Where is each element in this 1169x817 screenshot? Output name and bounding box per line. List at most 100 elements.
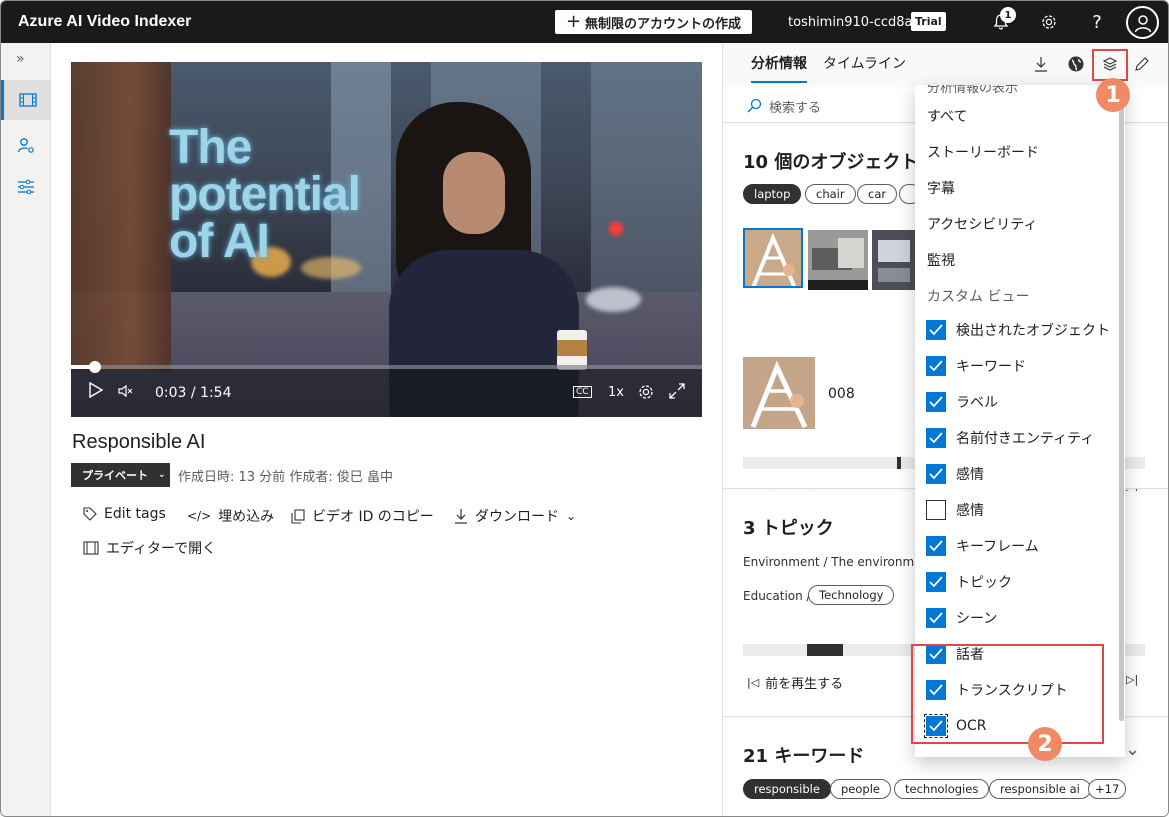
download-menu-button[interactable]: ダウンロード ⌄: [454, 506, 576, 526]
edit-tags-button[interactable]: Edit tags: [83, 506, 166, 522]
globe-icon[interactable]: [1065, 53, 1087, 75]
object-thumbnail[interactable]: [743, 357, 815, 429]
open-in-editor-button[interactable]: エディターで開く: [83, 538, 216, 558]
checkbox-checked[interactable]: [926, 392, 946, 412]
callout-number: 2: [1028, 727, 1062, 761]
custom-view-option[interactable]: 検出されたオブジェクト: [926, 320, 1110, 340]
object-thumbnail[interactable]: [743, 228, 803, 288]
checkbox-checked[interactable]: [926, 428, 946, 448]
object-instance-label: 008: [828, 386, 855, 402]
object-chip[interactable]: car: [857, 184, 898, 204]
captions-button[interactable]: CC: [573, 386, 592, 398]
custom-view-option[interactable]: 感情: [926, 500, 984, 520]
nav-settings[interactable]: [1, 167, 51, 207]
download-insights-icon[interactable]: [1030, 53, 1052, 75]
topic-chip[interactable]: Technology: [808, 585, 895, 605]
plus-icon: +: [565, 11, 582, 32]
avatar[interactable]: [1126, 6, 1159, 39]
objects-card-title: 10 個のオブジェクトが: [743, 152, 937, 173]
keywords-card-title: 21 キーワード: [743, 746, 865, 767]
playback-speed-button[interactable]: 1x: [608, 385, 624, 400]
custom-view-option[interactable]: 感情: [926, 464, 984, 484]
checkbox-checked[interactable]: [926, 608, 946, 628]
nav-media-files[interactable]: [1, 80, 51, 120]
custom-view-option[interactable]: 名前付きエンティティ: [926, 428, 1094, 448]
play-previous-button[interactable]: |◁ 前を再生する: [747, 673, 843, 692]
next-icon[interactable]: ▷|: [1126, 673, 1138, 686]
layers-button-highlight: [1092, 49, 1128, 81]
seek-bar[interactable]: [71, 361, 702, 373]
checkbox-checked[interactable]: [926, 464, 946, 484]
previous-icon: |◁: [747, 676, 760, 689]
privacy-dropdown[interactable]: プライベート ⌄: [71, 463, 170, 487]
pencil-icon[interactable]: [1131, 53, 1153, 75]
chevron-down-icon[interactable]: ⌄: [1125, 739, 1140, 760]
top-bar: Azure AI Video Indexer + 無制限のアカウントの作成 to…: [1, 1, 1168, 43]
help-icon[interactable]: ?: [1085, 10, 1109, 34]
embed-button[interactable]: </> 埋め込み: [187, 506, 274, 526]
keyword-chip[interactable]: people: [830, 779, 891, 799]
checkmark-icon: [929, 432, 943, 444]
menu-preset-storyboard[interactable]: ストーリーボード: [927, 142, 1039, 162]
keyword-chip[interactable]: responsible: [743, 779, 831, 799]
object-chip[interactable]: chair: [805, 184, 856, 204]
coffee-cup: [557, 330, 587, 370]
brick-wall: [71, 62, 171, 372]
custom-view-option-label: シーン: [956, 611, 998, 627]
menu-preset-monitoring[interactable]: 監視: [927, 250, 955, 270]
checkbox-checked[interactable]: [926, 536, 946, 556]
overlay-line: potential: [169, 168, 361, 221]
keyword-chip[interactable]: responsible ai: [989, 779, 1091, 799]
app-title[interactable]: Azure AI Video Indexer: [18, 13, 191, 31]
topic-path-prefix: Education /: [743, 589, 811, 603]
mute-icon[interactable]: [118, 384, 134, 402]
person-settings-icon: [17, 138, 34, 153]
custom-view-option[interactable]: キーフレーム: [926, 536, 1039, 556]
menu-preset-all[interactable]: すべて: [927, 106, 967, 126]
menu-preset-captions[interactable]: 字幕: [927, 178, 955, 198]
menu-preset-accessibility[interactable]: アクセシビリティ: [927, 214, 1037, 234]
fullscreen-icon[interactable]: [669, 383, 685, 403]
menu-scrollbar[interactable]: [1119, 97, 1124, 721]
checkbox-checked[interactable]: [926, 320, 946, 340]
custom-view-option-label: トピック: [956, 575, 1012, 591]
keyword-more-chip[interactable]: +17: [1088, 779, 1127, 799]
chevron-down-icon: ⌄: [158, 470, 166, 480]
privacy-label: プライベート: [82, 469, 148, 482]
keyword-chip[interactable]: technologies: [894, 779, 990, 799]
custom-view-option[interactable]: ラベル: [926, 392, 998, 412]
custom-view-option-label: 名前付きエンティティ: [956, 431, 1095, 447]
object-chip[interactable]: laptop: [743, 184, 802, 204]
chevron-down-icon: ⌄: [566, 509, 577, 523]
custom-view-option[interactable]: キーワード: [926, 356, 1026, 376]
checkbox-unchecked[interactable]: [926, 500, 946, 520]
tag-icon: [83, 507, 97, 521]
edit-tags-label: Edit tags: [104, 506, 166, 522]
play-icon[interactable]: [89, 381, 104, 402]
object-thumbnail[interactable]: [808, 230, 868, 290]
custom-view-option[interactable]: トピック: [926, 572, 1012, 592]
tab-timeline[interactable]: タイムライン: [823, 53, 906, 73]
gear-icon[interactable]: [1037, 10, 1061, 34]
person-face: [443, 152, 505, 234]
custom-view-option[interactable]: シーン: [926, 608, 997, 628]
expand-nav-icon[interactable]: »: [16, 51, 25, 67]
nav-model-customization[interactable]: [1, 125, 51, 165]
checkbox-checked[interactable]: [926, 356, 946, 376]
custom-view-option-label: キーワード: [956, 359, 1026, 375]
copy-video-id-button[interactable]: ビデオ ID のコピー: [291, 506, 434, 526]
checkbox-checked[interactable]: [926, 572, 946, 592]
custom-view-option-label: 感情: [956, 467, 984, 483]
checkmark-icon: [929, 576, 943, 588]
create-unlimited-account-button[interactable]: + 無制限のアカウントの作成: [555, 10, 752, 34]
tab-insights[interactable]: 分析情報: [751, 53, 807, 73]
player-settings-icon[interactable]: [637, 383, 655, 405]
account-name[interactable]: toshimin910-ccd8ab: [788, 15, 921, 30]
overlay-line: of AI: [169, 215, 270, 268]
timeline-segment: [897, 457, 901, 469]
object-thumbnail[interactable]: [872, 230, 916, 290]
seek-handle[interactable]: [89, 361, 101, 373]
video-player[interactable]: The potential of AI 0:03 / 1:54 CC 1x: [71, 62, 702, 417]
background-building: [591, 62, 702, 322]
trial-badge: Trial: [911, 12, 946, 31]
